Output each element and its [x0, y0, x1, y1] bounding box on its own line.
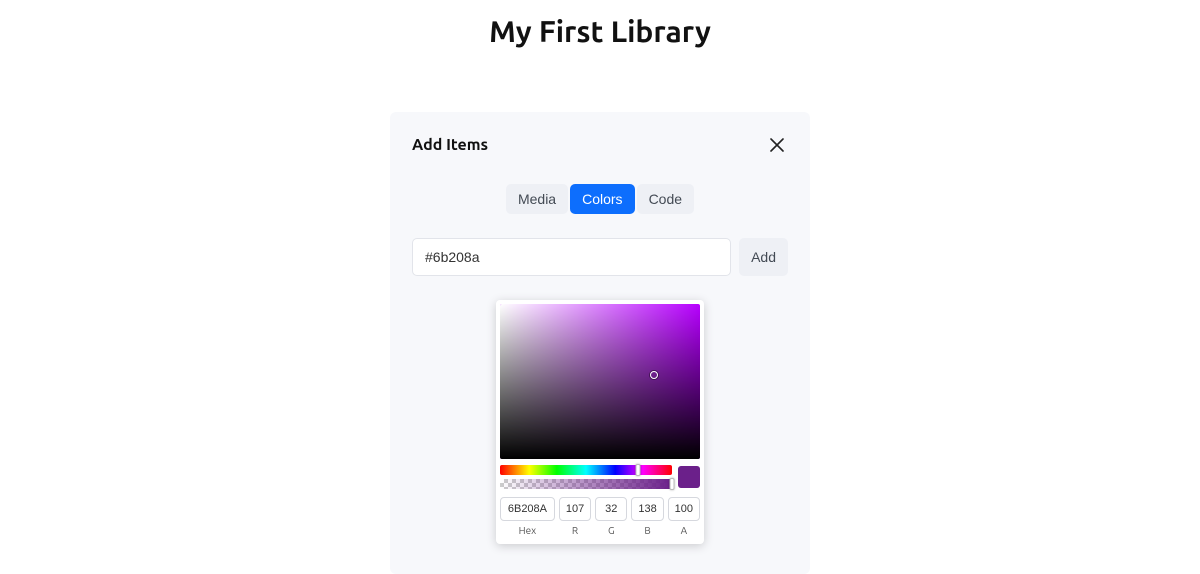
picker-hex-label: Hex [500, 525, 555, 536]
color-hex-input[interactable] [412, 238, 731, 276]
tabs: Media Colors Code [412, 184, 788, 214]
alpha-gradient [500, 479, 672, 489]
alpha-thumb[interactable] [670, 478, 675, 490]
add-button[interactable]: Add [739, 238, 788, 276]
panel-header: Add Items [412, 134, 788, 156]
current-color-swatch [678, 466, 700, 488]
picker-r-input[interactable] [559, 497, 591, 521]
hue-slider[interactable] [500, 465, 672, 475]
close-button[interactable] [766, 134, 788, 156]
swatch-fill [678, 466, 700, 488]
color-picker: Hex R G B A [496, 300, 704, 544]
picker-g-label: G [595, 525, 627, 536]
panel-title: Add Items [412, 136, 488, 154]
tab-media[interactable]: Media [506, 184, 568, 214]
alpha-slider[interactable] [500, 479, 672, 489]
sv-cursor[interactable] [650, 371, 658, 379]
picker-b-input[interactable] [631, 497, 663, 521]
picker-col-a: A [668, 497, 700, 536]
picker-col-hex: Hex [500, 497, 555, 536]
picker-a-input[interactable] [668, 497, 700, 521]
add-items-panel: Add Items Media Colors Code Add [390, 112, 810, 574]
picker-b-label: B [631, 525, 663, 536]
sv-black-layer [500, 304, 700, 459]
close-icon [770, 138, 784, 152]
hue-thumb[interactable] [635, 464, 640, 476]
color-input-row: Add [412, 238, 788, 276]
page-title: My First Library [0, 0, 1200, 88]
picker-col-g: G [595, 497, 627, 536]
picker-g-input[interactable] [595, 497, 627, 521]
sliders [500, 465, 672, 489]
tab-code[interactable]: Code [637, 184, 694, 214]
picker-col-b: B [631, 497, 663, 536]
picker-a-label: A [668, 525, 700, 536]
tab-colors[interactable]: Colors [570, 184, 634, 214]
saturation-value-panel[interactable] [500, 304, 700, 459]
picker-col-r: R [559, 497, 591, 536]
slider-row [500, 465, 700, 489]
picker-r-label: R [559, 525, 591, 536]
picker-inputs: Hex R G B A [500, 497, 700, 536]
picker-hex-input[interactable] [500, 497, 555, 521]
